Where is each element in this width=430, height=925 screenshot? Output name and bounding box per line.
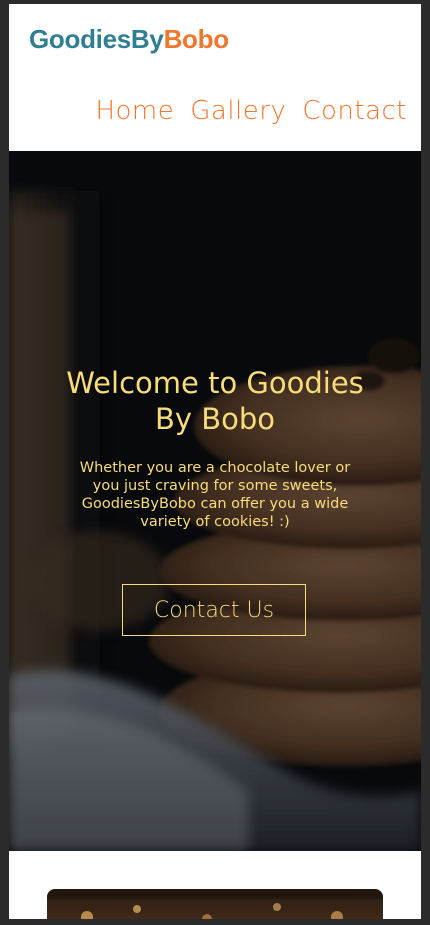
gallery-card-image[interactable] [47,889,383,919]
nav-contact-link[interactable]: Contact [302,96,407,126]
main-nav: Home Gallery Contact [95,96,407,126]
site-header: GoodiesByBobo Home Gallery Contact [9,4,421,151]
nav-home-link[interactable]: Home [95,96,174,126]
nav-gallery-link[interactable]: Gallery [190,96,286,126]
logo-part-1: GoodiesBy [29,24,164,54]
hero-content: Welcome to Goodies By Bobo Whether you a… [9,151,421,851]
site-logo[interactable]: GoodiesByBobo [29,24,229,55]
hero-title: Welcome to Goodies By Bobo [66,366,364,436]
gallery-section [9,851,421,919]
page-frame: GoodiesByBobo Home Gallery Contact Welco… [9,4,421,919]
hero-section: Welcome to Goodies By Bobo Whether you a… [9,151,421,851]
contact-us-button[interactable]: Contact Us [122,584,306,636]
logo-part-2: Bobo [163,24,230,54]
hero-description: Whether you are a chocolate lover or you… [79,460,351,530]
gallery-card-photo [47,889,383,919]
